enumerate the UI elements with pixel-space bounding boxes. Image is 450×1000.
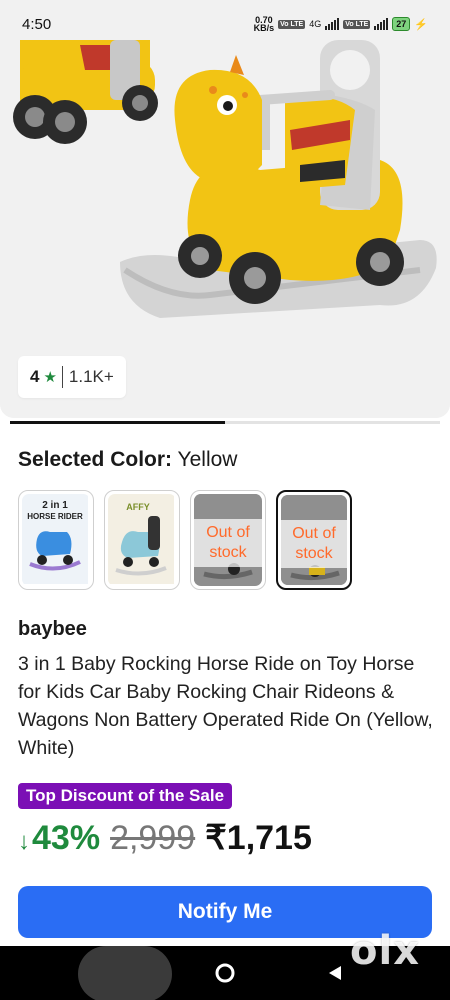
signal-icon <box>325 18 340 30</box>
status-icons: 0.70 KB/s Vo LTE 4G Vo LTE 27 ⚡ <box>253 16 428 33</box>
network-speed: 0.70 KB/s <box>253 16 275 33</box>
discount-badge: Top Discount of the Sale <box>18 783 233 809</box>
network-type: 4G <box>309 19 322 29</box>
variant-image-1: 2 in 1 HORSE RIDER <box>22 494 88 584</box>
svg-text:2 in 1: 2 in 1 <box>42 500 68 511</box>
brand-name[interactable]: baybee <box>18 618 87 641</box>
variant-image-2: AFFY <box>108 494 174 584</box>
triangle-back-icon <box>329 966 341 980</box>
star-icon: ★ <box>43 369 57 386</box>
network-speed-unit: KB/s <box>253 23 275 33</box>
svg-text:HORSE RIDER: HORSE RIDER <box>27 512 83 521</box>
battery-icon: 27 <box>392 17 411 31</box>
volte-icon-2: Vo LTE <box>343 19 371 29</box>
variant-swatch-1[interactable]: 2 in 1 HORSE RIDER <box>18 490 94 590</box>
variant-swatch-3[interactable]: Out of stock <box>190 490 266 590</box>
rating-divider <box>61 366 63 388</box>
carousel-indicator <box>10 421 440 424</box>
variant-swatch-4[interactable]: Out of stock <box>276 490 352 590</box>
nav-home-button[interactable] <box>205 953 245 993</box>
final-price: ₹1,715 <box>205 819 312 857</box>
charging-icon: ⚡ <box>414 18 428 31</box>
variant-swatches: 2 in 1 HORSE RIDER AFFY Out of stock Out… <box>18 490 352 590</box>
nav-recent-highlight <box>78 946 172 1000</box>
discount-percent: ↓ 43% <box>18 819 100 858</box>
signal-icon-2 <box>374 18 389 30</box>
battery-level: 27 <box>396 19 407 29</box>
arrow-down-icon: ↓ <box>18 828 30 855</box>
selected-color: Selected Color: Yellow <box>18 448 237 472</box>
variant-thumbnail: AFFY <box>108 494 176 586</box>
out-of-stock-label: Out of stock <box>194 519 262 567</box>
nav-back-button[interactable] <box>315 953 355 993</box>
olx-watermark: olx <box>350 928 420 974</box>
rating-chip[interactable]: 4 ★ 1.1K+ <box>18 356 126 398</box>
volte-icon: Vo LTE <box>278 19 306 29</box>
status-bar: 4:50 0.70 KB/s Vo LTE 4G Vo LTE 27 ⚡ <box>0 0 450 48</box>
product-title: 3 in 1 Baby Rocking Horse Ride on Toy Ho… <box>18 653 433 759</box>
variant-thumbnail: 2 in 1 HORSE RIDER <box>22 494 90 586</box>
circle-icon <box>215 963 235 983</box>
selected-color-label: Selected Color: <box>18 448 173 471</box>
mrp-price: 2,999 <box>110 819 196 857</box>
status-time: 4:50 <box>22 15 52 33</box>
variant-thumbnail: Out of stock <box>281 495 347 585</box>
product-image-carousel[interactable]: 4 ★ 1.1K+ <box>0 0 450 418</box>
svg-text:AFFY: AFFY <box>126 502 150 512</box>
rating-count: 1.1K+ <box>68 367 114 386</box>
variant-swatch-2[interactable]: AFFY <box>104 490 180 590</box>
selected-color-value: Yellow <box>177 448 238 471</box>
rating-value: 4 <box>30 367 40 386</box>
out-of-stock-label: Out of stock <box>281 520 347 568</box>
carousel-indicator-active <box>10 421 225 424</box>
discount-percent-value: 43% <box>32 819 101 857</box>
price-row: ↓ 43% 2,999 ₹1,715 <box>18 818 312 858</box>
variant-thumbnail: Out of stock <box>194 494 262 586</box>
